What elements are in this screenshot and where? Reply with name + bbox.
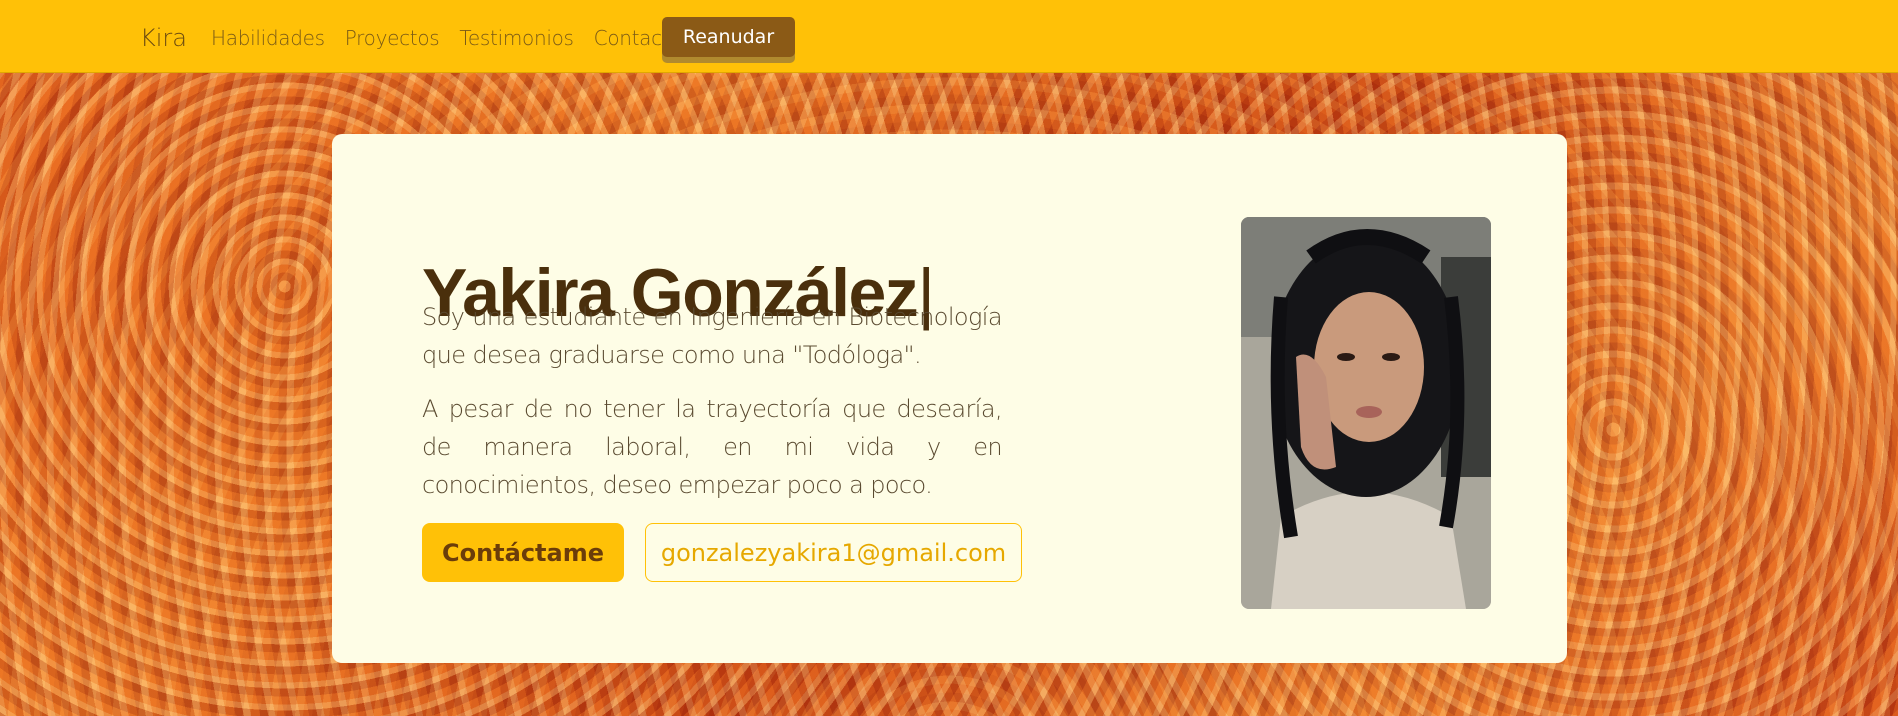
resume-button[interactable]: Reanudar [662,17,795,57]
nav-links: Habilidades Proyectos Testimonios Contac… [211,26,682,50]
brand-logo[interactable]: Kira [140,24,187,52]
contact-button[interactable]: Contáctame [422,523,624,582]
portfolio-page: Kira Habilidades Proyectos Testimonios C… [0,0,1898,716]
profile-photo [1241,217,1491,609]
hero-card: Yakira González| Soy una estudiante en I… [332,134,1567,663]
bio-paragraph: A pesar de no tener la trayectoría que d… [422,395,1003,499]
email-button[interactable]: gonzalezyakira1@gmail.com [645,523,1022,582]
nav-link-testimonios[interactable]: Testimonios [459,26,574,50]
profile-photo-illustration [1241,217,1491,609]
intro-paragraph: Soy una estudiante en Ingeniería en Biot… [422,303,1003,369]
navbar: Kira Habilidades Proyectos Testimonios C… [0,0,1898,73]
nav-link-habilidades[interactable]: Habilidades [211,26,325,50]
nav-link-proyectos[interactable]: Proyectos [345,26,440,50]
